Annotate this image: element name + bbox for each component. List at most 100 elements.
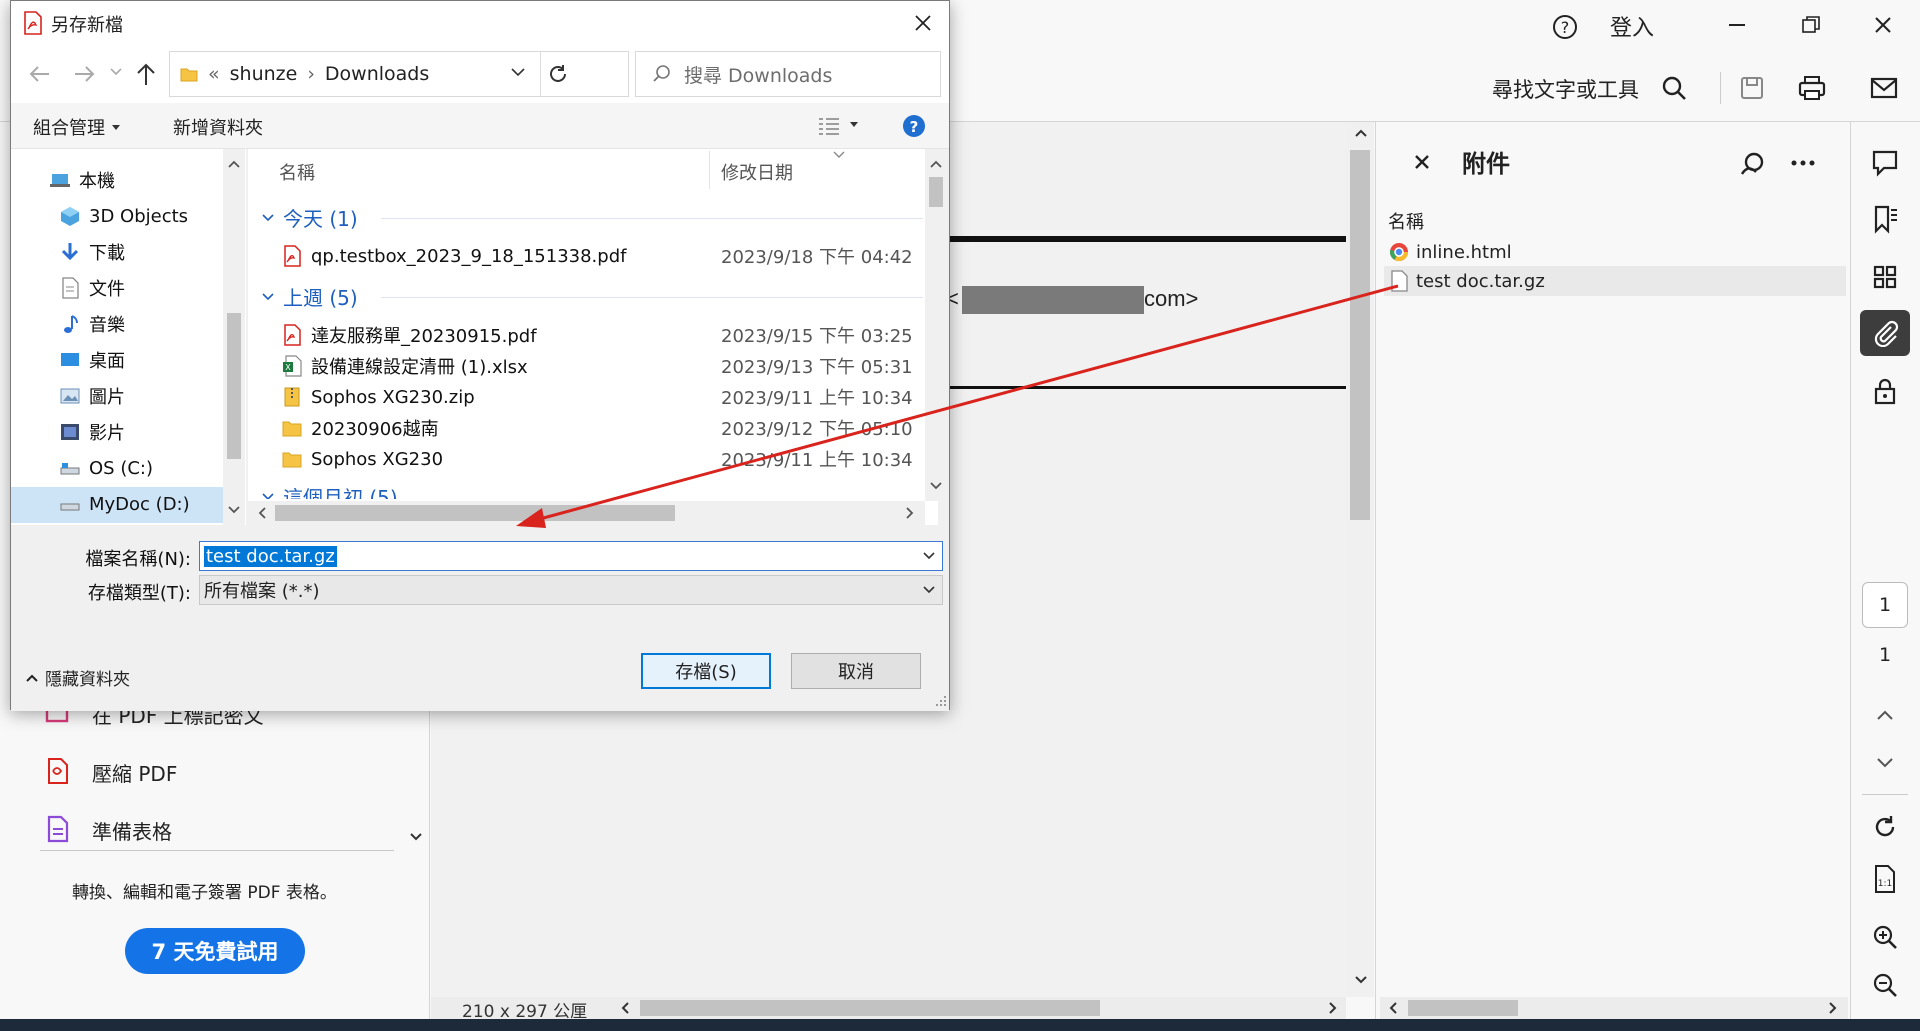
recent-locations-icon[interactable] bbox=[109, 67, 123, 81]
scroll-down-icon[interactable] bbox=[1354, 975, 1368, 989]
tree-item-videos[interactable]: 影片 bbox=[59, 415, 125, 449]
page-down-icon[interactable] bbox=[1860, 740, 1910, 786]
tool-compress[interactable]: 壓縮 PDF bbox=[40, 748, 177, 796]
toolbar-divider bbox=[1720, 72, 1721, 104]
help-icon[interactable]: ? bbox=[901, 113, 927, 139]
list-hscroll-thumb[interactable] bbox=[275, 505, 675, 521]
up-folder-icon[interactable] bbox=[135, 61, 157, 87]
tree-item-os-c[interactable]: OS (C:) bbox=[59, 451, 153, 485]
filetype-dropdown-icon[interactable] bbox=[922, 585, 936, 595]
close-pane-icon[interactable] bbox=[1410, 150, 1434, 174]
group-header-last-week[interactable]: 上週 (5) bbox=[261, 282, 358, 311]
tree-item-this-pc[interactable]: 本機 bbox=[49, 163, 115, 197]
free-trial-button[interactable]: 7 天免費試用 bbox=[125, 928, 305, 974]
tree-item-desktop[interactable]: 桌面 bbox=[59, 343, 125, 377]
group-header-earlier[interactable]: 這個月初 (5) bbox=[261, 482, 398, 499]
attachment-paperclip-icon[interactable] bbox=[1860, 310, 1910, 356]
doc-rule bbox=[950, 236, 1346, 242]
close-window-icon[interactable] bbox=[1858, 8, 1908, 42]
scroll-up-icon[interactable] bbox=[929, 159, 943, 169]
scroll-down-icon[interactable] bbox=[406, 826, 426, 848]
scroll-right-icon[interactable] bbox=[905, 506, 915, 520]
scroll-up-icon[interactable] bbox=[1354, 128, 1368, 142]
scroll-down-icon[interactable] bbox=[227, 505, 241, 515]
back-icon[interactable] bbox=[27, 63, 53, 85]
attachment-item-selected[interactable]: test doc.tar.gz bbox=[1384, 266, 1846, 296]
tree-item-downloads[interactable]: 下載 bbox=[59, 235, 125, 269]
zoom-out-icon[interactable] bbox=[1860, 962, 1910, 1008]
view-options-icon[interactable] bbox=[817, 115, 841, 137]
mail-icon[interactable] bbox=[1866, 70, 1902, 106]
column-header-date[interactable]: 修改日期 bbox=[721, 159, 793, 185]
organize-menu[interactable]: 組合管理 bbox=[33, 114, 121, 140]
scroll-left-icon[interactable] bbox=[257, 506, 267, 520]
list-vscroll-thumb[interactable] bbox=[929, 177, 943, 207]
file-row[interactable]: Sophos XG230.zip 2023/9/11 上午 10:34 bbox=[281, 382, 921, 412]
print-icon[interactable] bbox=[1794, 70, 1830, 106]
tree-item-3d-objects[interactable]: 3D Objects bbox=[59, 199, 188, 233]
thumbnails-icon[interactable] bbox=[1860, 254, 1910, 300]
login-button[interactable]: 登入 bbox=[1610, 10, 1654, 42]
scroll-right-icon[interactable] bbox=[1828, 1001, 1840, 1015]
breadcrumb-overflow[interactable]: « bbox=[208, 63, 220, 85]
forward-icon[interactable] bbox=[71, 63, 97, 85]
minimize-icon[interactable] bbox=[1712, 8, 1762, 42]
filename-input[interactable]: test doc.tar.gz bbox=[199, 541, 943, 571]
fit-page-icon[interactable]: 1:1 bbox=[1860, 856, 1910, 902]
search-icon[interactable] bbox=[1656, 70, 1692, 106]
file-row[interactable]: qp.testbox_2023_9_18_151338.pdf 2023/9/1… bbox=[281, 241, 921, 271]
breadcrumb-downloads[interactable]: Downloads bbox=[325, 63, 429, 85]
file-row[interactable]: Sophos XG230 2023/9/11 上午 10:34 bbox=[281, 444, 921, 474]
address-bar[interactable]: « shunze › Downloads bbox=[169, 51, 629, 97]
help-icon[interactable]: ? bbox=[1548, 10, 1582, 44]
tree-label: 圖片 bbox=[89, 387, 125, 408]
save-button[interactable]: 存檔(S) bbox=[641, 653, 771, 689]
scroll-left-icon[interactable] bbox=[1388, 1001, 1400, 1015]
find-tools-label[interactable]: 尋找文字或工具 bbox=[1492, 74, 1639, 104]
more-options-icon[interactable] bbox=[1788, 148, 1818, 178]
resize-grip-icon[interactable] bbox=[935, 695, 947, 707]
group-header-today[interactable]: 今天 (1) bbox=[261, 203, 358, 232]
tree-item-mydoc-d[interactable]: MyDoc (D:) bbox=[59, 487, 190, 521]
file-row[interactable]: X 設備連線設定清冊 (1).xlsx 2023/9/13 下午 05:31 bbox=[281, 351, 921, 381]
filename-dropdown-icon[interactable] bbox=[922, 551, 936, 561]
restore-icon[interactable] bbox=[1786, 8, 1836, 42]
search-box[interactable]: 搜尋 Downloads bbox=[635, 51, 941, 97]
column-header-name[interactable]: 名稱 bbox=[279, 159, 315, 185]
address-dropdown-icon[interactable] bbox=[510, 66, 526, 82]
refresh-icon[interactable] bbox=[546, 62, 570, 86]
page-number-input[interactable]: 1 bbox=[1862, 582, 1908, 628]
comment-icon[interactable] bbox=[1860, 140, 1910, 186]
page-up-icon[interactable] bbox=[1860, 692, 1910, 738]
rotate-icon[interactable] bbox=[1860, 804, 1910, 850]
scroll-left-icon[interactable] bbox=[620, 1001, 632, 1015]
hscroll-thumb[interactable] bbox=[1408, 1000, 1518, 1016]
tree-item-documents[interactable]: 文件 bbox=[59, 271, 125, 305]
scroll-right-icon[interactable] bbox=[1328, 1001, 1340, 1015]
attach-settings-icon[interactable] bbox=[1736, 148, 1768, 180]
scroll-down-icon[interactable] bbox=[929, 481, 943, 491]
zoom-in-icon[interactable] bbox=[1860, 914, 1910, 960]
view-dropdown-icon[interactable] bbox=[849, 121, 859, 129]
cancel-button[interactable]: 取消 bbox=[791, 653, 921, 689]
file-row[interactable]: 20230906越南 2023/9/12 下午 05:10 bbox=[281, 413, 921, 443]
tree-scroll-thumb[interactable] bbox=[227, 313, 241, 459]
hscroll-thumb[interactable] bbox=[640, 1000, 1100, 1016]
bookmark-icon[interactable] bbox=[1860, 196, 1910, 242]
vscroll-thumb[interactable] bbox=[1350, 150, 1370, 520]
save-icon[interactable] bbox=[1734, 70, 1770, 106]
filetype-select[interactable]: 所有檔案 (*.*) bbox=[199, 575, 943, 605]
new-folder-button[interactable]: 新增資料夾 bbox=[173, 114, 263, 140]
tree-item-pictures[interactable]: 圖片 bbox=[59, 379, 125, 413]
breadcrumb-shunze[interactable]: shunze bbox=[230, 63, 298, 85]
attachment-item[interactable]: inline.html bbox=[1388, 238, 1844, 266]
tree-item-music[interactable]: 音樂 bbox=[59, 307, 125, 341]
tool-prepare-form[interactable]: 準備表格 bbox=[40, 806, 172, 854]
lock-icon[interactable] bbox=[1860, 368, 1910, 414]
file-row[interactable]: 達友服務單_20230915.pdf 2023/9/15 下午 03:25 bbox=[281, 320, 921, 350]
dialog-close-icon[interactable] bbox=[911, 11, 935, 35]
scroll-up-icon[interactable] bbox=[227, 159, 241, 169]
svg-text:1:1: 1:1 bbox=[1878, 879, 1892, 889]
filetype-value: 所有檔案 (*.*) bbox=[204, 581, 320, 602]
hide-folders-toggle[interactable]: 隱藏資料夾 bbox=[25, 665, 130, 690]
